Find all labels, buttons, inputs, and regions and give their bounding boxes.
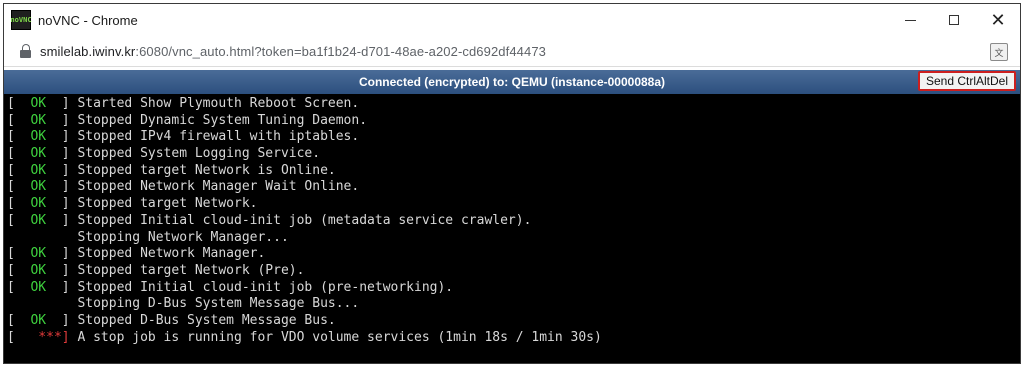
console-text: Stopped Initial cloud-init job (pre-netw… [77,279,454,295]
console-status: OK [22,246,54,262]
console-text: Stopped target Network is Online. [77,162,336,178]
console-text: Stopped target Network. [77,196,258,212]
console-text: Stopping Network Manager... [77,229,289,245]
console-bracket-open: [ [7,129,23,145]
console-status: OK [22,262,54,278]
console-status: OK [22,129,54,145]
browser-window: noVNC noVNC - Chrome ✕ smilelab.iwinv.kr… [3,3,1021,364]
console-line: [ OK ] Stopped Dynamic System Tuning Dae… [7,113,1020,130]
console-text: Stopped Dynamic System Tuning Daemon. [77,112,368,128]
console-line: [ OK ] Stopped System Logging Service. [7,146,1020,163]
console-bracket-close: ] [53,212,78,228]
console-bracket-close: ] [53,112,78,128]
maximize-button[interactable] [932,4,976,36]
console-line: [ OK ] Stopped Initial cloud-init job (p… [7,280,1020,297]
vnc-connection-status: Connected (encrypted) to: QEMU (instance… [358,75,666,89]
console-text: Stopped D-Bus System Message Bus. [77,312,336,328]
console-bracket-close: ] [53,312,78,328]
console-text: A stop job is running for VDO volume ser… [77,329,602,345]
console-bracket-open: [ [7,96,23,111]
console-status: OK [22,179,54,195]
console-text: Stopped Network Manager. [77,246,266,262]
close-icon: ✕ [990,9,1006,31]
console-text: Stopping D-Bus System Message Bus... [77,296,360,312]
console-bracket-close: ] [53,246,78,262]
minimize-icon [904,19,916,21]
console-bracket-close: ] [53,162,78,178]
console-bracket-close: ] [53,262,78,278]
console-bracket-open: [ [7,212,23,228]
console-status: OK [22,162,54,178]
console-bracket-open: [ [7,246,23,262]
console-line: Stopping Network Manager... [7,230,1020,247]
console-line: [ OK ] Stopped target Network is Online. [7,163,1020,180]
console-text: Started Show Plymouth Reboot Screen. [77,96,360,111]
console-bracket-close: ] [53,129,78,145]
vnc-console-screen[interactable]: [ OK ] Started Show Plymouth Reboot Scre… [4,94,1020,363]
console-status: OK [22,212,54,228]
console-line: [ ***] A stop job is running for VDO vol… [7,330,1020,347]
console-bracket-open: [ [7,329,23,345]
novnc-app-icon: noVNC [10,10,32,30]
console-status: OK [22,279,54,295]
console-text: Stopped IPv4 firewall with iptables. [77,129,360,145]
console-status: ** [22,329,54,345]
url-host: smilelab.iwinv.kr [40,43,136,59]
console-line: [ OK ] Started Show Plymouth Reboot Scre… [7,96,1020,113]
console-line: [ OK ] Stopped D-Bus System Message Bus. [7,313,1020,330]
console-status: OK [22,112,54,128]
url-text[interactable]: smilelab.iwinv.kr:6080/vnc_auto.html?tok… [40,44,546,59]
console-bracket-open: [ [7,112,23,128]
console-line: [ OK ] Stopped Initial cloud-init job (m… [7,213,1020,230]
console-bracket-open: [ [7,312,23,328]
console-line: [ OK ] Stopped Network Manager Wait Onli… [7,179,1020,196]
close-button[interactable]: ✕ [976,4,1020,36]
console-line: [ OK ] Stopped target Network (Pre). [7,263,1020,280]
console-bracket-open: [ [7,196,23,212]
console-bracket-open: [ [7,146,23,162]
console-bracket-open: [ [7,162,23,178]
console-bracket-close: ] [53,179,78,195]
console-text: Stopped System Logging Service. [77,146,321,162]
address-bar[interactable]: smilelab.iwinv.kr:6080/vnc_auto.html?tok… [4,36,1020,67]
console-bracket-open [7,230,77,245]
send-ctrl-alt-del-button[interactable]: Send CtrlAltDel [917,71,1016,91]
console-bracket-close: ] [53,196,78,212]
window-controls: ✕ [888,4,1020,36]
minimize-button[interactable] [888,4,932,36]
console-text: Stopped Initial cloud-init job (metadata… [77,212,532,228]
console-bracket-open: [ [7,279,23,295]
console-status: OK [22,146,54,162]
console-bracket-close: ] [53,279,78,295]
console-bracket-open: [ [7,179,23,195]
console-bracket-close: *] [53,329,78,345]
console-status: OK [22,196,54,212]
translate-icon[interactable]: 文 [990,43,1008,61]
console-line: [ OK ] Stopped IPv4 firewall with iptabl… [7,129,1020,146]
console-bracket-open: [ [7,262,23,278]
lock-icon[interactable] [20,44,32,58]
console-line: Stopping D-Bus System Message Bus... [7,296,1020,313]
window-title: noVNC - Chrome [38,12,138,28]
console-line: [ OK ] Stopped target Network. [7,196,1020,213]
console-text: Stopped target Network (Pre). [77,262,305,278]
console-bracket-close: ] [53,146,78,162]
console-status: OK [22,96,54,111]
console-bracket-open [7,296,77,311]
console-status: OK [22,312,54,328]
vnc-status-bar: Connected (encrypted) to: QEMU (instance… [4,70,1020,94]
console-text: Stopped Network Manager Wait Online. [77,179,360,195]
console-bracket-close: ] [53,96,78,111]
maximize-icon [949,15,959,25]
title-bar[interactable]: noVNC noVNC - Chrome ✕ [4,4,1020,36]
console-line: [ OK ] Stopped Network Manager. [7,246,1020,263]
url-path: :6080/vnc_auto.html?token=ba1f1b24-d701-… [135,43,546,59]
